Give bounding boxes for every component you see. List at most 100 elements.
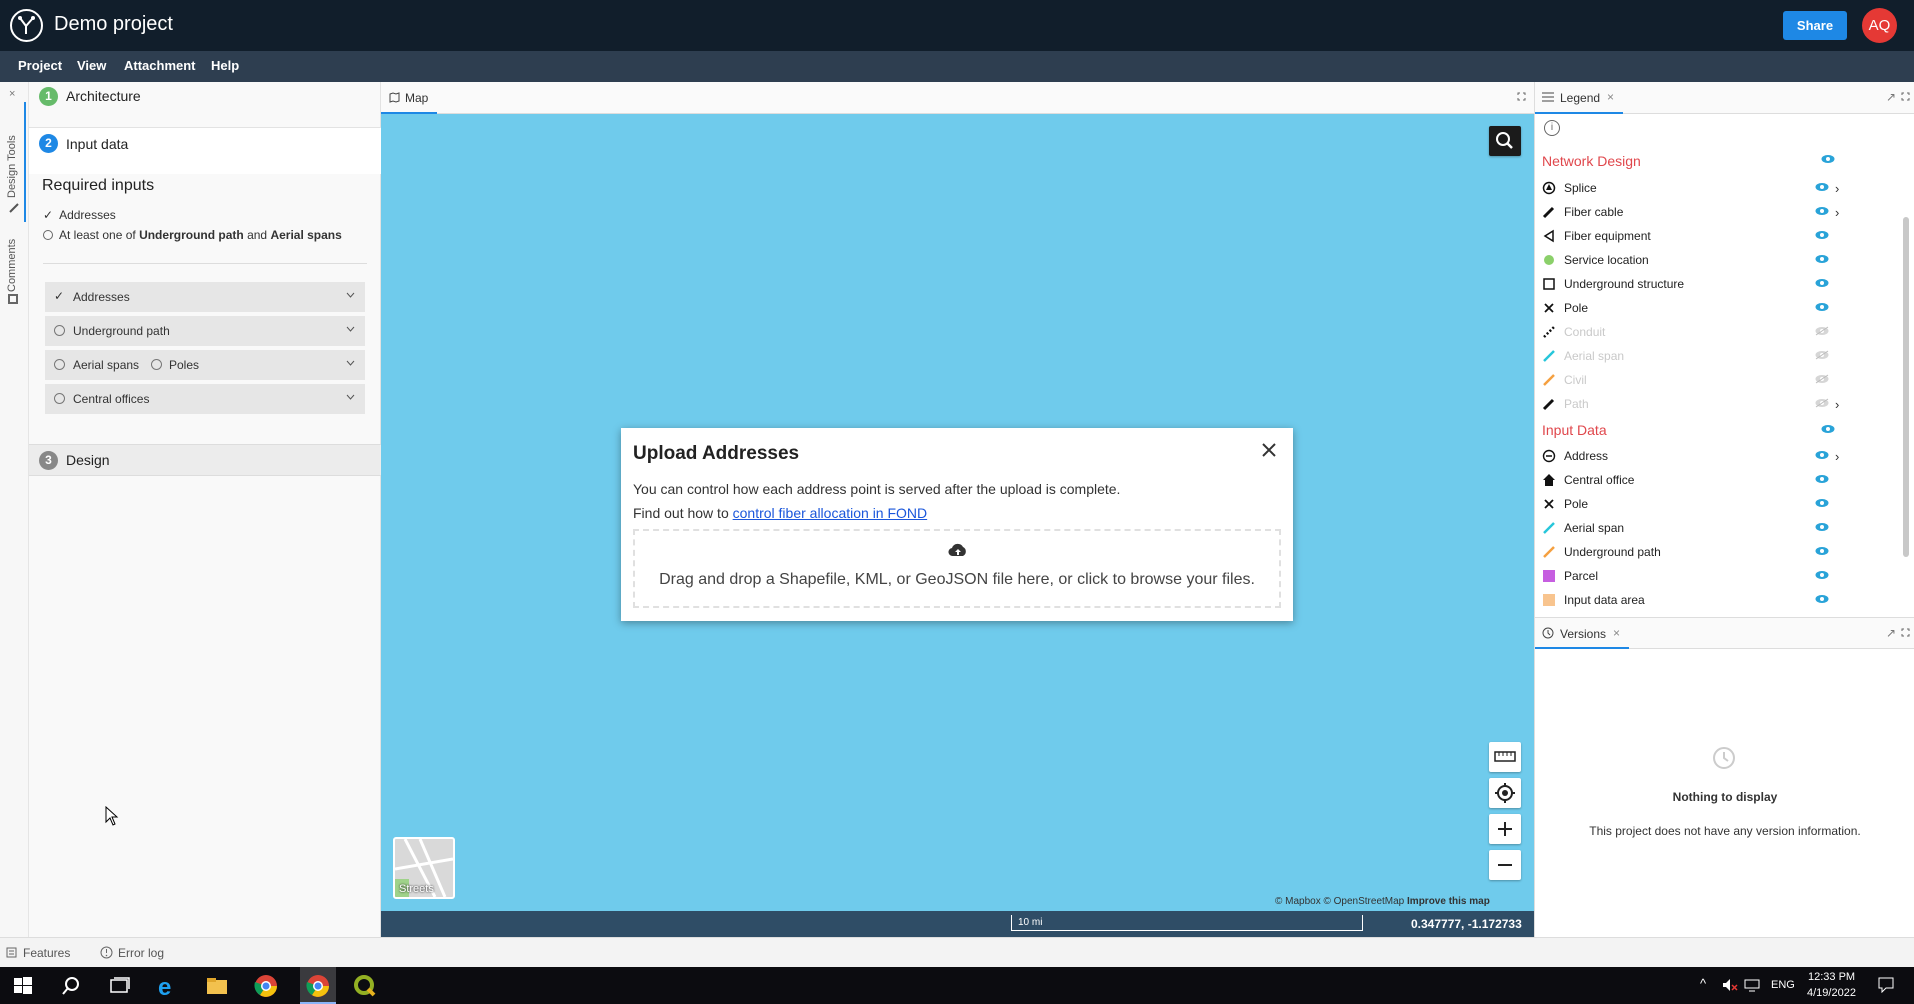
qgis-icon[interactable] bbox=[352, 973, 378, 999]
chevron-right-icon[interactable]: › bbox=[1835, 449, 1839, 464]
legend-item[interactable]: Pole bbox=[1535, 296, 1895, 320]
chevron-right-icon[interactable]: › bbox=[1835, 205, 1839, 220]
legend-item[interactable]: Address › bbox=[1535, 444, 1895, 468]
step-design[interactable]: 3 Design bbox=[29, 444, 381, 476]
accordion-aerial-spans-poles[interactable]: Aerial spans Poles bbox=[45, 350, 365, 380]
legend-item[interactable]: Conduit bbox=[1535, 320, 1895, 344]
step-architecture[interactable]: 1 Architecture bbox=[29, 82, 381, 128]
chevron-right-icon[interactable]: › bbox=[1835, 181, 1839, 196]
side-tool-strip: × Design Tools Comments bbox=[0, 82, 29, 937]
volume-muted-icon[interactable] bbox=[1722, 977, 1738, 993]
step-input-data[interactable]: 2 Input data bbox=[29, 128, 381, 174]
chevron-right-icon[interactable]: › bbox=[1835, 397, 1839, 412]
popout-icon[interactable]: ↗ bbox=[1886, 90, 1896, 104]
eye-icon[interactable] bbox=[1821, 424, 1835, 434]
legend-item[interactable]: Civil bbox=[1535, 368, 1895, 392]
eye-off-icon[interactable] bbox=[1815, 398, 1829, 408]
windows-start-icon[interactable] bbox=[10, 973, 36, 999]
basemap-switcher[interactable]: Streets bbox=[393, 837, 455, 899]
legend-item[interactable]: Input data area bbox=[1535, 588, 1895, 612]
close-icon[interactable] bbox=[1261, 442, 1277, 458]
tab-versions[interactable]: Versions × bbox=[1535, 618, 1629, 649]
legend-item[interactable]: Fiber equipment bbox=[1535, 224, 1895, 248]
eye-icon[interactable] bbox=[1815, 182, 1829, 192]
zoom-in-button[interactable] bbox=[1489, 814, 1521, 844]
eye-icon[interactable] bbox=[1815, 594, 1829, 604]
legend-scrollbar[interactable] bbox=[1903, 217, 1909, 557]
x-icon bbox=[1542, 497, 1556, 511]
language-indicator[interactable]: ENG bbox=[1771, 979, 1795, 991]
menu-project[interactable]: Project bbox=[18, 58, 62, 73]
share-button[interactable]: Share bbox=[1783, 11, 1847, 40]
accordion-central-offices[interactable]: Central offices bbox=[45, 384, 365, 414]
menu-view[interactable]: View bbox=[77, 58, 106, 73]
expand-icon[interactable] bbox=[1901, 92, 1910, 101]
legend-item[interactable]: Pole bbox=[1535, 492, 1895, 516]
network-icon[interactable] bbox=[1744, 978, 1760, 992]
legend-item[interactable]: Central office bbox=[1535, 468, 1895, 492]
eye-icon[interactable] bbox=[1815, 570, 1829, 580]
comments-tab[interactable]: Comments bbox=[3, 222, 26, 304]
eye-off-icon[interactable] bbox=[1815, 326, 1829, 336]
notifications-icon[interactable] bbox=[1878, 977, 1894, 993]
eye-icon[interactable] bbox=[1815, 474, 1829, 484]
fiber-allocation-link[interactable]: control fiber allocation in FOND bbox=[733, 505, 928, 521]
eye-icon[interactable] bbox=[1815, 230, 1829, 240]
accordion-underground-path[interactable]: Underground path bbox=[45, 316, 365, 346]
accordion-label: Aerial spans bbox=[73, 358, 140, 372]
menu-attachment[interactable]: Attachment bbox=[124, 58, 196, 73]
eye-icon[interactable] bbox=[1815, 498, 1829, 508]
eye-off-icon[interactable] bbox=[1815, 374, 1829, 384]
legend-item[interactable]: Parcel bbox=[1535, 564, 1895, 588]
eye-icon[interactable] bbox=[1815, 450, 1829, 460]
legend-item[interactable]: Underground structure bbox=[1535, 272, 1895, 296]
legend-item-label: Fiber equipment bbox=[1564, 229, 1651, 243]
show-hidden-icons-icon[interactable]: ^ bbox=[1700, 976, 1706, 991]
eye-off-icon[interactable] bbox=[1815, 350, 1829, 360]
map-search-button[interactable] bbox=[1489, 126, 1521, 156]
zoom-out-button[interactable] bbox=[1489, 850, 1521, 880]
accordion-addresses[interactable]: ✓ Addresses bbox=[45, 282, 365, 312]
close-tab-icon[interactable]: × bbox=[1613, 626, 1620, 640]
legend-item[interactable]: Splice › bbox=[1535, 176, 1895, 200]
chevron-down-icon bbox=[346, 360, 355, 366]
legend-item[interactable]: Underground path bbox=[1535, 540, 1895, 564]
legend-item[interactable]: Service location bbox=[1535, 248, 1895, 272]
search-icon[interactable] bbox=[58, 973, 84, 999]
features-tab[interactable]: Features bbox=[23, 946, 70, 960]
tab-legend[interactable]: Legend × bbox=[1535, 82, 1623, 114]
eye-icon[interactable] bbox=[1815, 278, 1829, 288]
eye-icon[interactable] bbox=[1821, 154, 1835, 164]
expand-icon[interactable] bbox=[1901, 628, 1910, 637]
legend-item[interactable]: Fiber cable › bbox=[1535, 200, 1895, 224]
task-view-icon[interactable] bbox=[106, 973, 132, 999]
tab-map[interactable]: Map bbox=[381, 82, 437, 114]
info-icon[interactable]: i bbox=[1544, 120, 1560, 136]
file-drop-zone[interactable]: Drag and drop a Shapefile, KML, or GeoJS… bbox=[633, 529, 1281, 608]
eye-icon[interactable] bbox=[1815, 302, 1829, 312]
popout-icon[interactable]: ↗ bbox=[1886, 626, 1896, 640]
user-avatar[interactable]: AQ bbox=[1862, 8, 1897, 43]
menu-help[interactable]: Help bbox=[211, 58, 239, 73]
expand-icon[interactable] bbox=[1517, 92, 1526, 101]
geolocate-button[interactable] bbox=[1489, 778, 1521, 808]
file-explorer-icon[interactable] bbox=[204, 973, 230, 999]
clock-date[interactable]: 4/19/2022 bbox=[1807, 987, 1856, 999]
legend-item[interactable]: Aerial span bbox=[1535, 516, 1895, 540]
svg-text:e: e bbox=[158, 974, 171, 999]
attribution-text[interactable]: © Mapbox © OpenStreetMap bbox=[1275, 896, 1404, 907]
eye-icon[interactable] bbox=[1815, 522, 1829, 532]
error-log-tab[interactable]: Error log bbox=[118, 946, 164, 960]
legend-item[interactable]: Aerial span bbox=[1535, 344, 1895, 368]
internet-explorer-icon[interactable]: e bbox=[155, 973, 181, 999]
eye-icon[interactable] bbox=[1815, 254, 1829, 264]
eye-icon[interactable] bbox=[1815, 206, 1829, 216]
close-tab-icon[interactable]: × bbox=[1607, 90, 1614, 104]
legend-item[interactable]: Path › bbox=[1535, 392, 1895, 416]
chrome-icon[interactable] bbox=[253, 973, 279, 999]
clock-time[interactable]: 12:33 PM bbox=[1808, 971, 1855, 983]
chrome-active-icon[interactable] bbox=[300, 967, 336, 1004]
improve-map-link[interactable]: Improve this map bbox=[1407, 896, 1490, 907]
measure-button[interactable] bbox=[1489, 742, 1521, 772]
eye-icon[interactable] bbox=[1815, 546, 1829, 556]
